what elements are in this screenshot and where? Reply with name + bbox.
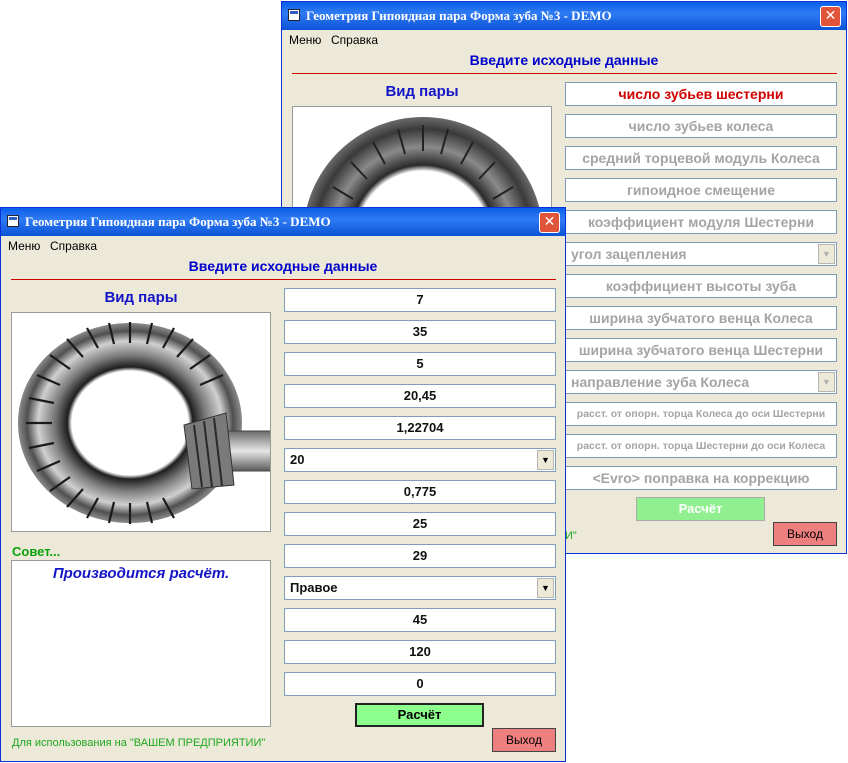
- back-label-correction: <Evro> поправка на коррекцию: [565, 466, 837, 490]
- input-pinion-distance[interactable]: 120: [284, 640, 556, 664]
- front-divider: [11, 279, 556, 280]
- back-vid-pary-label: Вид пары: [385, 83, 459, 100]
- sovet-label: Совет...: [12, 544, 61, 559]
- back-label-module-coef: коэффициент модуля Шестерни: [565, 210, 837, 234]
- front-close-button[interactable]: ✕: [539, 212, 560, 233]
- back-label-height-coef: коэффициент высоты зуба: [565, 274, 837, 298]
- back-select-pressure-angle[interactable]: угол зацепления ▼: [565, 242, 837, 266]
- input-wheel-distance[interactable]: 45: [284, 608, 556, 632]
- back-label-module: средний торцевой модуль Колеса: [565, 146, 837, 170]
- input-height-coef[interactable]: 0,775: [284, 480, 556, 504]
- back-label-pressure-angle: угол зацепления: [571, 246, 687, 262]
- back-label-tooth-direction: направление зуба Колеса: [571, 374, 750, 390]
- select-pressure-angle-value: 20: [290, 452, 305, 467]
- input-correction[interactable]: 0: [284, 672, 556, 696]
- back-menu-item-menu[interactable]: Меню: [289, 33, 321, 47]
- back-heading: Введите исходные данные: [469, 52, 659, 68]
- chevron-down-icon[interactable]: ▼: [537, 450, 554, 470]
- back-select-tooth-direction[interactable]: направление зуба Колеса ▼: [565, 370, 837, 394]
- back-label-offset: гипоидное смещение: [565, 178, 837, 202]
- back-title-bar[interactable]: Геометрия Гипоидная пара Форма зуба №3 -…: [282, 2, 846, 30]
- select-tooth-direction-value: Правое: [290, 580, 338, 595]
- front-menu-bar: Меню Справка: [1, 236, 565, 256]
- front-heading: Введите исходные данные: [188, 258, 378, 274]
- input-pinion-teeth[interactable]: 7: [284, 288, 556, 312]
- front-gear-image: [11, 312, 271, 532]
- select-tooth-direction[interactable]: Правое ▼: [284, 576, 556, 600]
- front-title-bar[interactable]: Геометрия Гипоидная пара Форма зуба №3 -…: [1, 208, 565, 236]
- chevron-down-icon[interactable]: ▼: [818, 244, 835, 264]
- back-menu-bar: Меню Справка: [282, 30, 846, 50]
- app-icon: [288, 9, 300, 21]
- back-close-button[interactable]: ✕: [820, 6, 841, 27]
- select-pressure-angle[interactable]: 20 ▼: [284, 448, 556, 472]
- sovet-text: Производится расчёт.: [52, 565, 230, 582]
- calculate-button[interactable]: Расчёт: [355, 703, 484, 727]
- back-label-wheel-width: ширина зубчатого венца Колеса: [565, 306, 837, 330]
- back-calculate-button[interactable]: Расчёт: [636, 497, 765, 521]
- front-menu-item-help[interactable]: Справка: [50, 239, 97, 253]
- front-vid-pary-label: Вид пары: [104, 289, 178, 306]
- back-label-wheel-distance: расст. от опорн. торца Колеса до оси Шес…: [565, 402, 837, 426]
- chevron-down-icon[interactable]: ▼: [537, 578, 554, 598]
- chevron-down-icon[interactable]: ▼: [818, 372, 835, 392]
- back-label-pinion-distance: расст. от опорн. торца Шестерни до оси К…: [565, 434, 837, 458]
- sovet-box: Производится расчёт.: [11, 560, 271, 727]
- back-menu-item-help[interactable]: Справка: [331, 33, 378, 47]
- back-exit-button[interactable]: Выход: [773, 522, 837, 546]
- back-label-pinion-width: ширина зубчатого венца Шестерни: [565, 338, 837, 362]
- input-module-coef[interactable]: 1,22704: [284, 416, 556, 440]
- footer-text: Для использования на "ВАШЕМ ПРЕДПРИЯТИИ": [12, 737, 266, 749]
- back-footer-fragment: И": [565, 530, 577, 542]
- input-wheel-width[interactable]: 25: [284, 512, 556, 536]
- front-window[interactable]: Геометрия Гипоидная пара Форма зуба №3 -…: [0, 207, 566, 762]
- back-label-wheel-teeth: число зубьев колеса: [565, 114, 837, 138]
- back-divider: [292, 73, 837, 74]
- front-menu-item-menu[interactable]: Меню: [8, 239, 40, 253]
- input-module[interactable]: 5: [284, 352, 556, 376]
- input-pinion-width[interactable]: 29: [284, 544, 556, 568]
- exit-button[interactable]: Выход: [492, 728, 556, 752]
- app-icon: [7, 215, 19, 227]
- back-window-title: Геометрия Гипоидная пара Форма зуба №3 -…: [306, 8, 612, 23]
- back-label-pinion-teeth: число зубьев шестерни: [565, 82, 837, 106]
- front-window-title: Геометрия Гипоидная пара Форма зуба №3 -…: [25, 214, 331, 229]
- input-offset[interactable]: 20,45: [284, 384, 556, 408]
- input-wheel-teeth[interactable]: 35: [284, 320, 556, 344]
- gear-pair-icon: [18, 322, 270, 524]
